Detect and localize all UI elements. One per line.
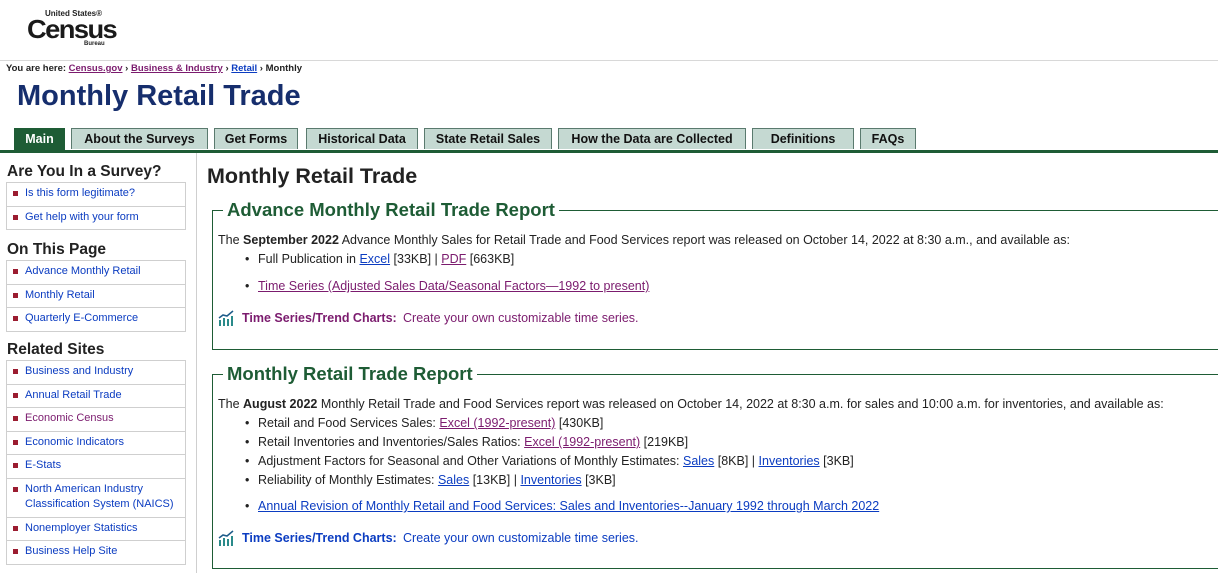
advance-excel-size: [33KB] | <box>393 252 438 266</box>
trend-chart-icon <box>218 530 234 546</box>
inventories-size: [219KB] <box>643 435 689 449</box>
logo-bottom-text: Bureau <box>84 41 105 47</box>
reliability-inventories-size: [3KB] <box>585 473 616 487</box>
sidebar-item-nonemployer[interactable]: Nonemployer Statistics <box>7 518 185 541</box>
list-item: Retail and Food Services Sales: Excel (1… <box>245 416 604 430</box>
tab-historical-data[interactable]: Historical Data <box>306 128 418 149</box>
tab-state-retail-sales[interactable]: State Retail Sales <box>424 128 552 149</box>
sales-label: Retail and Food Services Sales: <box>258 416 436 430</box>
adjustment-inventories-size: [3KB] <box>823 454 854 468</box>
on-this-page-heading: On This Page <box>7 241 107 258</box>
adjustment-label: Adjustment Factors for Seasonal and Othe… <box>258 454 680 468</box>
advance-report-heading: Advance Monthly Retail Trade Report <box>223 199 559 221</box>
advance-intro-post: Advance Monthly Sales for Retail Trade a… <box>341 233 1070 247</box>
reliability-label: Reliability of Monthly Estimates: <box>258 473 435 487</box>
trend-chart-icon <box>218 310 234 326</box>
tab-how-data-collected[interactable]: How the Data are Collected <box>558 128 746 149</box>
tab-faqs[interactable]: FAQs <box>860 128 916 149</box>
annual-revision-link[interactable]: Annual Revision of Monthly Retail and Fo… <box>258 499 879 513</box>
sidebar-item-economic-census[interactable]: Economic Census <box>7 408 185 432</box>
list-item: Time Series (Adjusted Sales Data/Seasona… <box>245 279 649 293</box>
full-publication-label: Full Publication in <box>258 252 356 266</box>
on-this-page-list: Advance Monthly Retail Monthly Retail Qu… <box>6 260 186 332</box>
sidebar-item-form-legitimate[interactable]: Is this form legitimate? <box>7 183 185 207</box>
advance-intro-pre: The <box>218 233 240 247</box>
survey-list: Is this form legitimate? Get help with y… <box>6 182 186 230</box>
related-sites-heading: Related Sites <box>7 341 105 358</box>
header-divider <box>0 60 1218 61</box>
monthly-report-heading: Monthly Retail Trade Report <box>223 363 477 385</box>
breadcrumb-census-gov[interactable]: Census.gov <box>69 63 123 74</box>
sidebar-item-annual-retail[interactable]: Annual Retail Trade <box>7 385 185 408</box>
adjustment-inventories-link[interactable]: Inventories <box>759 454 820 468</box>
sidebar-item-quarterly-ecommerce[interactable]: Quarterly E-Commerce <box>7 308 185 332</box>
advance-intro-month: September 2022 <box>243 233 339 247</box>
sidebar-item-economic-indicators[interactable]: Economic Indicators <box>7 432 185 455</box>
advance-pdf-size: [663KB] <box>469 252 515 266</box>
list-item: Adjustment Factors for Seasonal and Othe… <box>245 454 854 468</box>
sidebar-item-naics[interactable]: North American Industry Classification S… <box>7 479 185 518</box>
adjustment-sales-size: [8KB] | <box>717 454 756 468</box>
monthly-intro-post: Monthly Retail Trade and Food Services r… <box>320 397 1164 411</box>
monthly-report-box: Monthly Retail Trade Report The August 2… <box>212 363 1218 569</box>
monthly-intro: The August 2022 Monthly Retail Trade and… <box>218 397 1164 411</box>
tab-get-forms[interactable]: Get Forms <box>214 128 298 149</box>
advance-time-series-link[interactable]: Time Series (Adjusted Sales Data/Seasona… <box>258 279 649 293</box>
page-title: Monthly Retail Trade <box>17 80 301 112</box>
reliability-sales-link[interactable]: Sales <box>438 473 469 487</box>
adjustment-sales-link[interactable]: Sales <box>683 454 714 468</box>
breadcrumb-current: Monthly <box>265 63 303 74</box>
advance-pdf-link[interactable]: PDF <box>441 252 466 266</box>
list-item: Retail Inventories and Inventories/Sales… <box>245 435 689 449</box>
breadcrumb-business-industry[interactable]: Business & Industry <box>131 63 223 74</box>
monthly-intro-month: August 2022 <box>243 397 318 411</box>
logo-main-text: Census <box>27 14 118 44</box>
monthly-intro-pre: The <box>218 397 240 411</box>
sidebar-item-monthly-retail[interactable]: Monthly Retail <box>7 285 185 308</box>
list-item: Annual Revision of Monthly Retail and Fo… <box>245 499 879 513</box>
advance-report-box: Advance Monthly Retail Trade Report The … <box>212 199 1218 350</box>
tab-about-the-surveys[interactable]: About the Surveys <box>71 128 208 149</box>
inventories-label: Retail Inventories and Inventories/Sales… <box>258 435 521 449</box>
advance-excel-link[interactable]: Excel <box>359 252 390 266</box>
sidebar-item-business-help[interactable]: Business Help Site <box>7 541 185 565</box>
tab-definitions[interactable]: Definitions <box>752 128 854 149</box>
monthly-trend-text: Create your own customizable time series… <box>403 531 639 545</box>
breadcrumb-retail[interactable]: Retail <box>231 63 257 74</box>
sidebar-item-e-stats[interactable]: E-Stats <box>7 455 185 479</box>
list-item: Full Publication in Excel [33KB] | PDF [… <box>245 252 515 266</box>
reliability-inventories-link[interactable]: Inventories <box>520 473 581 487</box>
sales-excel-link[interactable]: Excel (1992-present) <box>439 416 555 430</box>
breadcrumb-prefix: You are here: <box>6 63 67 74</box>
survey-heading: Are You In a Survey? <box>7 163 162 180</box>
sidebar-item-business-industry[interactable]: Business and Industry <box>7 361 185 385</box>
sidebar-item-advance-monthly[interactable]: Advance Monthly Retail <box>7 261 185 285</box>
main-title: Monthly Retail Trade <box>207 164 418 188</box>
reliability-sales-size: [13KB] | <box>472 473 517 487</box>
monthly-trend-label: Time Series/Trend Charts: <box>242 531 397 545</box>
related-sites-list: Business and Industry Annual Retail Trad… <box>6 360 186 565</box>
sales-size: [430KB] <box>558 416 604 430</box>
advance-trend-label: Time Series/Trend Charts: <box>242 311 397 325</box>
census-logo[interactable]: United States® Census Bureau <box>27 8 118 47</box>
sidebar: Are You In a Survey? Is this form legiti… <box>0 153 197 573</box>
sidebar-item-get-help[interactable]: Get help with your form <box>7 207 185 230</box>
list-item: Reliability of Monthly Estimates: Sales … <box>245 473 616 487</box>
advance-trend-text: Create your own customizable time series… <box>403 311 639 325</box>
breadcrumb: You are here: Census.gov › Business & In… <box>6 63 303 74</box>
advance-intro: The September 2022 Advance Monthly Sales… <box>218 233 1070 247</box>
tab-main[interactable]: Main <box>14 128 65 150</box>
inventories-excel-link[interactable]: Excel (1992-present) <box>524 435 640 449</box>
